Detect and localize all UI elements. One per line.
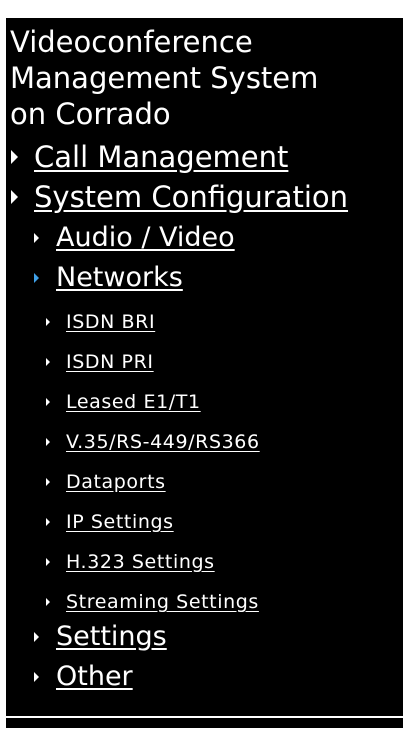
- system-configuration-link[interactable]: System Configuration: [34, 180, 348, 214]
- bullet-icon: [46, 518, 50, 526]
- nav-item-dataports: Dataports: [46, 471, 166, 493]
- bullet-icon: [46, 318, 50, 326]
- isdn-pri-link[interactable]: ISDN PRI: [66, 351, 154, 373]
- nav-item-ip-settings: IP Settings: [46, 511, 174, 533]
- nav-item-isdn-bri: ISDN BRI: [46, 311, 155, 333]
- title-line-1: Videoconference: [10, 25, 253, 59]
- bullet-icon: [34, 631, 39, 642]
- page-title: Videoconference Management System on Cor…: [10, 24, 400, 132]
- bullet-icon: [11, 190, 18, 204]
- nav-item-audio-video: Audio / Video: [34, 222, 235, 253]
- nav-item-h323-settings: H.323 Settings: [46, 551, 215, 573]
- leased-e1-t1-link[interactable]: Leased E1/T1: [66, 391, 201, 413]
- nav-item-leased: Leased E1/T1: [46, 391, 201, 413]
- active-bullet-icon: [34, 272, 39, 283]
- isdn-bri-link[interactable]: ISDN BRI: [66, 311, 155, 333]
- bullet-icon: [46, 598, 50, 606]
- call-management-link[interactable]: Call Management: [34, 140, 288, 174]
- dataports-link[interactable]: Dataports: [66, 471, 166, 493]
- nav-item-streaming-settings: Streaming Settings: [46, 591, 259, 613]
- bullet-icon: [46, 398, 50, 406]
- nav-item-other: Other: [34, 661, 133, 692]
- audio-video-link[interactable]: Audio / Video: [56, 222, 235, 253]
- streaming-settings-link[interactable]: Streaming Settings: [66, 591, 259, 613]
- nav-item-settings: Settings: [34, 621, 167, 652]
- bullet-icon: [34, 232, 39, 243]
- title-line-3: on Corrado: [10, 97, 171, 131]
- bullet-icon: [46, 478, 50, 486]
- h323-settings-link[interactable]: H.323 Settings: [66, 551, 215, 573]
- bullet-icon: [46, 358, 50, 366]
- nav-item-networks: Networks: [34, 262, 183, 293]
- bullet-icon: [46, 438, 50, 446]
- networks-link[interactable]: Networks: [56, 262, 183, 293]
- title-line-2: Management System: [10, 61, 319, 95]
- bullet-icon: [46, 558, 50, 566]
- bottom-divider: [6, 716, 403, 718]
- ip-settings-link[interactable]: IP Settings: [66, 511, 174, 533]
- bullet-icon: [11, 150, 18, 164]
- other-link[interactable]: Other: [56, 661, 133, 692]
- nav-item-system-configuration: System Configuration: [11, 180, 348, 214]
- bullet-icon: [34, 671, 39, 682]
- nav-item-isdn-pri: ISDN PRI: [46, 351, 154, 373]
- v35-link[interactable]: V.35/RS-449/RS366: [66, 431, 260, 453]
- settings-link[interactable]: Settings: [56, 621, 167, 652]
- nav-item-call-management: Call Management: [11, 140, 288, 174]
- nav-item-v35: V.35/RS-449/RS366: [46, 431, 260, 453]
- navigation-panel: Videoconference Management System on Cor…: [6, 18, 403, 728]
